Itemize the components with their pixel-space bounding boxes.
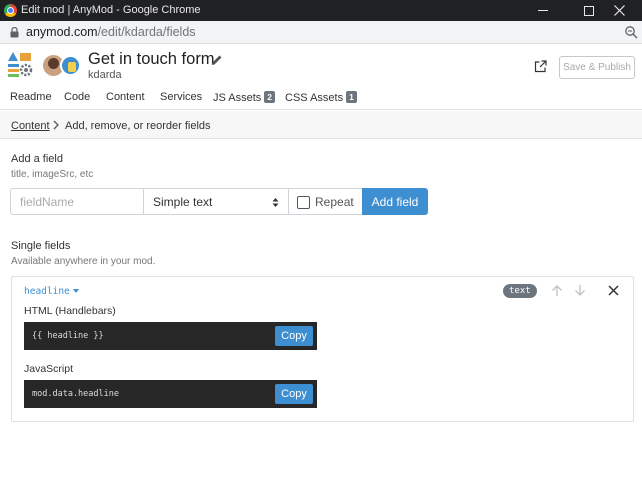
field-type-select[interactable]: Simple text — [143, 188, 289, 215]
js-code-label: JavaScript — [24, 363, 74, 375]
lock-icon — [10, 27, 19, 38]
count-badge: 2 — [264, 91, 276, 103]
select-arrows-icon — [272, 198, 279, 207]
pencil-icon[interactable] — [211, 54, 223, 66]
address-bar[interactable]: anymod.com/edit/kdarda/fields — [0, 21, 642, 44]
url-path: /edit/kdarda/fields — [97, 25, 196, 39]
copy-js-button[interactable]: Copy — [275, 384, 313, 404]
tab-label: Services — [160, 91, 203, 103]
external-link-icon[interactable] — [534, 60, 547, 73]
window-titlebar: Edit mod | AnyMod - Google Chrome — [0, 0, 642, 21]
js-code: mod.data.headline — [32, 389, 119, 399]
page-title: Get in touch form — [88, 50, 215, 68]
add-field-heading: Add a field — [11, 153, 63, 165]
tab-label: Readme — [10, 91, 52, 103]
anymod-logo[interactable] — [7, 51, 33, 79]
close-icon — [613, 5, 625, 16]
avatar[interactable] — [60, 55, 81, 76]
caret-down-icon[interactable] — [73, 289, 79, 293]
minimize-button[interactable] — [520, 0, 566, 21]
tab-content[interactable]: Content — [106, 91, 145, 103]
remove-field-icon[interactable] — [608, 285, 619, 296]
count-badge: 1 — [346, 91, 357, 103]
add-field-button[interactable]: Add field — [362, 188, 428, 215]
window-title: Edit mod | AnyMod - Google Chrome — [21, 4, 201, 16]
save-publish-button[interactable]: Save & Publish — [559, 56, 635, 79]
field-type-value: Simple text — [153, 195, 213, 209]
tab-services[interactable]: Services — [160, 91, 202, 103]
breadcrumb-content-link[interactable]: Content — [11, 120, 50, 132]
chevron-right-icon — [53, 120, 59, 130]
arrow-up-icon[interactable] — [551, 284, 563, 297]
repeat-label: Repeat — [315, 195, 354, 209]
tab-js-assets[interactable]: JS Assets 2 — [213, 91, 276, 104]
add-field-subtitle: title, imageSrc, etc — [11, 169, 94, 180]
tab-bar: Readme Code Content Services JS Assets 2 … — [0, 88, 642, 110]
repeat-toggle[interactable]: Repeat — [288, 188, 363, 215]
url-text[interactable]: anymod.com/edit/kdarda/fields — [26, 25, 196, 39]
js-code-block: mod.data.headline Copy — [24, 380, 317, 408]
single-fields-subtitle: Available anywhere in your mod. — [11, 256, 156, 267]
url-domain: anymod.com — [26, 25, 98, 39]
tab-code[interactable]: Code — [64, 91, 90, 103]
tab-label: CSS Assets — [285, 92, 344, 104]
close-window-button[interactable] — [596, 0, 642, 21]
tab-label: JS Assets — [213, 92, 262, 104]
html-code-label: HTML (Handlebars) — [24, 305, 116, 317]
html-code-block: {{ headline }} Copy — [24, 322, 317, 350]
tab-readme[interactable]: Readme — [10, 91, 52, 103]
field-card: headline text HTML (Handlebars) {{ headl… — [11, 276, 634, 422]
minimize-icon — [538, 10, 548, 11]
breadcrumb-current: Add, remove, or reorder fields — [65, 120, 211, 132]
field-name-dropdown[interactable]: headline — [24, 286, 70, 297]
html-code: {{ headline }} — [32, 331, 104, 341]
single-fields-heading: Single fields — [11, 240, 71, 252]
field-type-badge: text — [503, 284, 537, 298]
tab-css-assets[interactable]: CSS Assets 1 — [285, 91, 357, 104]
copy-html-button[interactable]: Copy — [275, 326, 313, 346]
breadcrumb: Content Add, remove, or reorder fields — [0, 111, 642, 139]
tab-label: Code — [64, 91, 91, 103]
arrow-down-icon[interactable] — [574, 284, 586, 297]
maximize-icon — [584, 5, 594, 16]
mod-owner[interactable]: kdarda — [88, 69, 122, 81]
chrome-icon — [4, 4, 17, 17]
repeat-checkbox[interactable] — [297, 196, 310, 209]
field-name-input[interactable] — [10, 188, 144, 215]
tab-label: Content — [106, 91, 145, 103]
zoom-icon[interactable] — [624, 25, 638, 39]
